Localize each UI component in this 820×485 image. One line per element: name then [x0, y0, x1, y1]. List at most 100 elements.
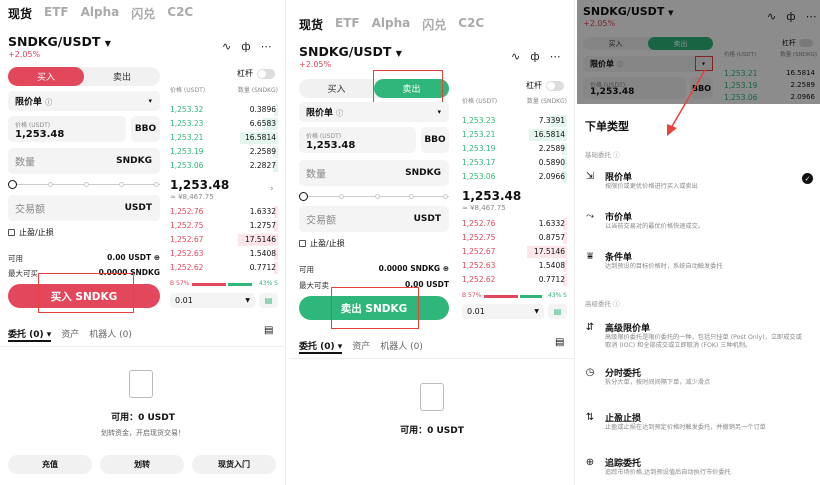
ask-row[interactable]: 1,253.06 2.2827: [170, 160, 278, 172]
amount-slider[interactable]: [8, 180, 160, 190]
more-icon[interactable]: ⋯: [261, 40, 272, 53]
ask-row[interactable]: 1,253.21 16.5814: [462, 129, 567, 141]
tab-assets[interactable]: 资产: [61, 327, 79, 342]
tab-bots[interactable]: 机器人 (0): [380, 339, 423, 354]
order-type-select[interactable]: 限价单 ⓘ ▾: [8, 91, 160, 111]
margin-toggle[interactable]: 杠杆: [526, 80, 564, 91]
depth-view-button[interactable]: ▤: [548, 304, 567, 319]
tab-orders[interactable]: 委托 (0) ▾: [8, 327, 52, 342]
ask-row[interactable]: 1,253.17 0.5890: [462, 157, 567, 169]
tpsl-checkbox[interactable]: 止盈/止损: [299, 238, 345, 249]
bid-row[interactable]: 1,252.75 0.8757: [462, 232, 567, 244]
ask-row[interactable]: 1,253.23 6.6583: [170, 118, 278, 130]
bid-row[interactable]: 1,252.67 17.5146: [170, 234, 278, 246]
order-type-option[interactable]: ⇅ 止盈止损 止盈或止损在达到预定价格时触发委托，并撤销另一个订单: [583, 411, 815, 443]
margin-toggle[interactable]: 杠杆: [237, 68, 275, 79]
sell-tab[interactable]: 卖出: [84, 67, 160, 86]
buy-tab[interactable]: 买入: [8, 67, 84, 86]
orderbook-qty-header: 数量 (SNDKG): [237, 87, 278, 94]
order-type-option[interactable]: ⊕ 追踪委托 追踪市场价格,达到预设值后自动执行市价委托: [583, 456, 815, 485]
nav-tab-spot[interactable]: 现货: [8, 5, 32, 22]
quantity-unit: SNDKG: [405, 168, 441, 178]
order-type-option[interactable]: ◷ 分时委托 拆分大单，按时间间隔下单，减少滑点: [583, 366, 815, 398]
chevron-right-icon[interactable]: ›: [270, 184, 274, 194]
slider-handle[interactable]: [8, 180, 17, 189]
tab-assets[interactable]: 资产: [352, 339, 370, 354]
price-input[interactable]: 价格 (USDT) 1,253.48: [8, 116, 126, 142]
market-icon: ⤳: [586, 211, 594, 222]
quantity-placeholder: 数量: [306, 169, 326, 181]
bid-row[interactable]: 1,252.63 1.5408: [462, 260, 567, 272]
ask-row[interactable]: 1,253.21 16.5814: [170, 132, 278, 144]
bid-row[interactable]: 1,252.62 0.7712: [170, 262, 278, 274]
ask-row[interactable]: 1,253.19 2.2589: [462, 143, 567, 155]
precision-select[interactable]: 0.01 ▼: [462, 304, 544, 319]
bid-row[interactable]: 1,252.76 1.6332: [170, 206, 278, 218]
order-price: 1,252.76: [462, 219, 496, 228]
add-circle-icon[interactable]: ⊕: [443, 264, 449, 273]
add-circle-icon[interactable]: ⊕: [154, 253, 160, 262]
precision-select[interactable]: 0.01 ▼: [170, 293, 255, 308]
deposit-button[interactable]: 充值: [8, 455, 92, 474]
buy-tab[interactable]: 买入: [299, 79, 374, 98]
order-price: 1,253.17: [462, 158, 496, 167]
history-icon[interactable]: ▤: [264, 325, 273, 336]
order-type-option[interactable]: ⇲ 限价单 按限价或更优价格进行买入或卖出 ✓: [583, 170, 815, 202]
chart-icon[interactable]: ∿: [511, 50, 520, 63]
available-value: 0.0000 SNDKG: [378, 264, 441, 273]
amount-slider[interactable]: [299, 192, 449, 202]
chart-icon[interactable]: ∿: [222, 40, 231, 53]
nav-tab-alpha[interactable]: Alpha: [372, 16, 411, 33]
nav-tab-alpha[interactable]: Alpha: [81, 5, 120, 22]
spot-guide-button[interactable]: 现货入门: [192, 455, 276, 474]
order-type-option[interactable]: ⩸ 条件单 达到预设的目标价格时，系统自动触发委托: [583, 250, 815, 282]
tpsl-checkbox[interactable]: 止盈/止损: [8, 227, 54, 238]
order-type-option[interactable]: ⇵ 高级限价单 高级限价委托是限价委托的一种，包括只挂单 (Post Only)，立…: [583, 321, 815, 353]
transfer-button[interactable]: 划转: [100, 455, 184, 474]
bid-row[interactable]: 1,252.67 17.5146: [462, 246, 567, 258]
pair-selector[interactable]: SNDKG/USDT ▼: [299, 44, 402, 59]
nav-tab-c2c[interactable]: C2C: [167, 5, 193, 22]
nav-tab-c2c[interactable]: C2C: [458, 16, 484, 33]
order-type-option[interactable]: ⤳ 市价单 以当前交易对的最优价格快速成交。: [583, 210, 815, 242]
more-icon[interactable]: ⋯: [550, 50, 561, 63]
quantity-input[interactable]: 数量 SNDKG: [8, 148, 160, 174]
candlestick-icon[interactable]: ф: [530, 50, 539, 63]
tab-bots[interactable]: 机器人 (0): [89, 327, 132, 342]
depth-view-button[interactable]: ▤: [259, 293, 278, 308]
ask-row[interactable]: 1,253.23 7.3391: [462, 115, 567, 127]
ask-row[interactable]: 1,253.32 0.3896: [170, 104, 278, 116]
nav-tab-spot[interactable]: 现货: [299, 16, 323, 33]
nav-tab-convert[interactable]: 闪兑: [131, 5, 155, 22]
pair-change: +2.05%: [299, 60, 332, 69]
order-quantity: 17.5146: [533, 247, 565, 256]
amount-input[interactable]: 交易额 USDT: [8, 195, 160, 221]
nav-tab-etf[interactable]: ETF: [335, 16, 360, 33]
candlestick-icon[interactable]: ф: [241, 40, 250, 53]
pair-selector[interactable]: SNDKG/USDT ▼: [8, 34, 111, 49]
nav-tab-etf[interactable]: ETF: [44, 5, 69, 22]
nav-tab-convert[interactable]: 闪兑: [422, 16, 446, 33]
ask-row[interactable]: 1,253.19 2.2589: [170, 146, 278, 158]
bbo-button[interactable]: BBO: [421, 127, 449, 153]
history-icon[interactable]: ▤: [555, 337, 564, 348]
bid-row[interactable]: 1,252.63 1.5408: [170, 248, 278, 260]
quantity-input[interactable]: 数量 SNDKG: [299, 160, 449, 186]
order-type-select[interactable]: 限价单 ⓘ ▾: [299, 102, 449, 122]
tab-orders[interactable]: 委托 (0) ▾: [299, 339, 343, 354]
highlight-box: [38, 273, 134, 313]
advanced-limit-icon: ⇵: [585, 322, 595, 333]
price-input[interactable]: 价格 (USDT) 1,253.48: [299, 127, 416, 153]
slider-handle[interactable]: [299, 192, 308, 201]
order-quantity: 2.0966: [538, 172, 565, 181]
last-price-fiat: ≈ ¥8,467.75: [170, 193, 214, 201]
option-desc: 止盈或止损在达到预定价格时触发委托，并撤销另一个订单: [605, 424, 766, 431]
amount-input[interactable]: 交易额 USDT: [299, 206, 449, 232]
ask-row[interactable]: 1,253.06 2.0966: [462, 171, 567, 183]
bid-row[interactable]: 1,252.75 1.2757: [170, 220, 278, 232]
toggle-switch[interactable]: [257, 68, 275, 79]
toggle-switch[interactable]: [546, 80, 564, 91]
bid-row[interactable]: 1,252.76 1.6332: [462, 218, 567, 230]
bbo-button[interactable]: BBO: [131, 116, 160, 142]
bid-row[interactable]: 1,252.62 0.7712: [462, 274, 567, 286]
